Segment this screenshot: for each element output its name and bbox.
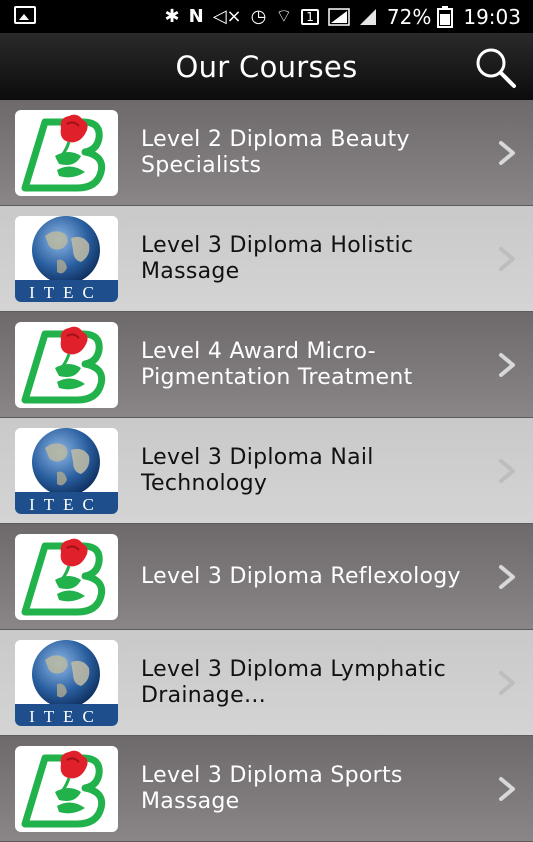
rose-b-logo — [15, 746, 118, 832]
itec-logo-text: ITEC — [29, 495, 103, 514]
battery-percent: 72% — [386, 4, 432, 29]
status-icons: ✱ N ◁× ◷ ⌔ 1 — [164, 5, 377, 27]
chevron-right-icon — [495, 564, 519, 590]
battery-icon — [437, 5, 454, 28]
mute-icon: ◁× — [212, 5, 242, 27]
course-title: Level 3 Diploma Holistic Massage — [141, 233, 414, 284]
status-bar: ✱ N ◁× ◷ ⌔ 1 72% 19:03 — [0, 0, 533, 33]
rose-b-logo — [15, 110, 118, 196]
chevron-right-icon — [495, 458, 519, 484]
course-title: Level 2 Diploma Beauty Specialists — [141, 127, 410, 178]
course-list-item[interactable]: ITEC Level 3 Diploma Lymphatic Drainage… — [0, 630, 533, 736]
course-title: Level 3 Diploma Nail Technology — [141, 445, 374, 496]
search-icon[interactable] — [473, 45, 517, 89]
app-bar: Our Courses — [0, 33, 533, 100]
itec-globe-logo: ITEC — [15, 640, 118, 726]
rose-b-logo — [15, 322, 118, 408]
course-title: Level 4 Award Micro-Pigmentation Treatme… — [141, 339, 413, 390]
course-list-item[interactable]: Level 3 Diploma Reflexology — [0, 524, 533, 630]
course-list-item[interactable]: Level 4 Award Micro-Pigmentation Treatme… — [0, 312, 533, 418]
signal-icon — [328, 7, 350, 26]
chevron-right-icon — [495, 352, 519, 378]
chevron-right-icon — [495, 246, 519, 272]
itec-logo-text: ITEC — [29, 707, 103, 726]
rose-b-logo — [15, 534, 118, 620]
chevron-right-icon — [495, 140, 519, 166]
signal2-icon — [359, 8, 376, 25]
nfc-icon: N — [188, 5, 204, 27]
chevron-right-icon — [495, 776, 519, 802]
page-title: Our Courses — [175, 49, 358, 84]
course-title: Level 3 Diploma Lymphatic Drainage… — [141, 657, 446, 708]
course-title: Level 3 Diploma Sports Massage — [141, 763, 403, 814]
course-list-item[interactable]: ITEC Level 3 Diploma Nail Technology — [0, 418, 533, 524]
itec-globe-logo: ITEC — [15, 428, 118, 514]
itec-logo-text: ITEC — [29, 283, 103, 302]
course-list-item[interactable]: Level 2 Diploma Beauty Specialists — [0, 100, 533, 206]
course-list-item[interactable]: ITEC Level 3 Diploma Holistic Massage — [0, 206, 533, 312]
clock: 19:03 — [463, 4, 521, 29]
course-list: Level 2 Diploma Beauty Specialists ITEC … — [0, 100, 533, 842]
bluetooth-icon: ✱ — [164, 5, 180, 27]
course-title: Level 3 Diploma Reflexology — [141, 564, 461, 589]
alarm-icon: ◷ — [250, 5, 267, 27]
chevron-right-icon — [495, 670, 519, 696]
gallery-icon — [14, 6, 36, 24]
sim1-icon: 1 — [301, 8, 319, 25]
itec-globe-logo: ITEC — [15, 216, 118, 302]
course-list-item[interactable]: Level 3 Diploma Sports Massage — [0, 736, 533, 842]
wifi-icon: ⌔ — [275, 5, 293, 27]
